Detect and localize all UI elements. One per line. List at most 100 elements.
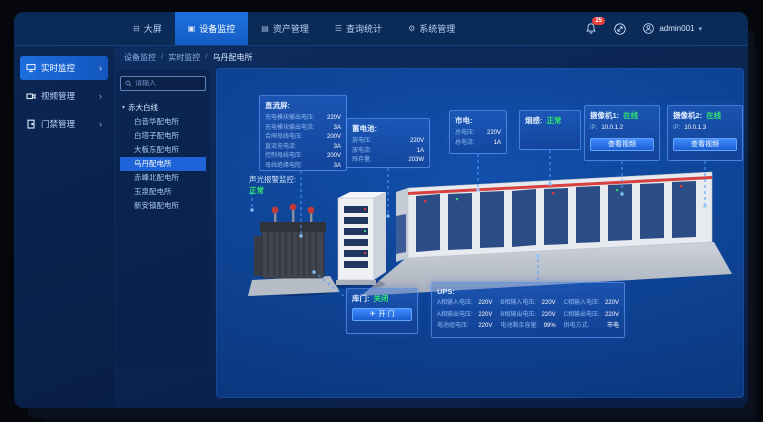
mains-power-card: 市电: 总电压:220V 总电流:1A <box>449 110 507 154</box>
tab-device-monitor[interactable]: ▣ 设备监控 <box>175 12 249 45</box>
search-input[interactable] <box>135 80 201 87</box>
sidebar-item-access-control[interactable]: 门禁管理 <box>20 112 108 136</box>
ups-card: UPS: A相输入电压:220V B相输入电压:220V C相输入电压:220V… <box>431 282 625 338</box>
metric-value: 220V <box>605 311 619 321</box>
ip-label: IP: <box>590 124 597 134</box>
tree-item-selected[interactable]: 乌丹配电所 <box>120 157 206 171</box>
monitor-icon <box>26 63 36 73</box>
tab-system-management[interactable]: ⚙ 系统管理 <box>395 12 468 45</box>
big-screen-icon: ⊟ <box>133 24 140 33</box>
battery-card: 蓄电池: 放电压:220V 放电流:1A 残存量:203W <box>346 118 430 168</box>
tree-group-label: 赤大白线 <box>128 102 158 113</box>
view-video-button[interactable]: 查看视频 <box>673 138 737 151</box>
metric-label: 放电压: <box>352 137 372 147</box>
metric-value: 220V <box>410 137 424 147</box>
metric-label: A相输入电压: <box>437 299 473 309</box>
card-title: 库门: <box>352 293 370 304</box>
metric-label: 总电流: <box>455 139 475 149</box>
metric-value: 3A <box>334 124 341 134</box>
metric-label: 充电模块输出电压: <box>265 114 315 124</box>
metric-value: 220V <box>542 299 556 309</box>
sidebar-item-video-management[interactable]: 视频管理 <box>20 84 108 108</box>
metric-value: 200V <box>327 152 341 162</box>
card-title: 市电: <box>455 115 501 126</box>
breadcrumb: 设备监控 / 实时监控 / 乌丹配电所 <box>124 52 252 63</box>
topbar-right-cluster: 25 admin001 <box>584 12 748 45</box>
breadcrumb-item[interactable]: 实时监控 <box>168 52 200 63</box>
alarm-title: 声光报警监控: <box>249 174 296 185</box>
metric-value: 220V <box>542 311 556 321</box>
tree-item[interactable]: 白塔子配电所 <box>120 129 206 143</box>
tree-group[interactable]: 赤大白线 <box>120 100 206 115</box>
dc-panel-card: 直流屏: 充电模块输出电压:220V 充电模块输出电流:3A 合闸母线电压:20… <box>259 95 347 171</box>
metric-label: C相输出电压: <box>564 311 600 321</box>
metric-label: B相输入电压: <box>500 299 536 309</box>
card-title: 摄像机2: <box>673 110 702 121</box>
view-video-button[interactable]: 查看视频 <box>590 138 654 151</box>
metric-label: 直流充电流: <box>265 143 297 153</box>
metric-value: 市电 <box>607 322 619 332</box>
ip-value: 10.0.1.3 <box>684 124 706 134</box>
card-title: 直流屏: <box>265 100 341 111</box>
tab-label: 设备监控 <box>199 22 235 35</box>
tree-item[interactable]: 大板东配电所 <box>120 143 206 157</box>
alarm-status: 正常 <box>249 185 296 196</box>
user-menu[interactable]: admin001 <box>642 22 702 35</box>
nav-tabs: ⊟ 大屏 ▣ 设备监控 ▤ 资产管理 ☰ 查询统计 ⚙ 系统管理 <box>120 12 468 45</box>
tree-search-box <box>120 76 206 91</box>
metric-value: 220V <box>327 114 341 124</box>
tree-item[interactable]: 新安镇配电所 <box>120 199 206 213</box>
username-text: admin001 <box>659 24 694 33</box>
metric-value: 3A <box>334 143 341 153</box>
chevron-right-icon <box>99 63 102 73</box>
metric-value: 3A <box>334 162 341 172</box>
search-icon <box>125 80 132 87</box>
metric-label: 总电压: <box>455 129 475 139</box>
user-avatar-icon <box>642 22 655 35</box>
metric-label: 供电方式: <box>564 322 590 332</box>
query-icon: ☰ <box>335 24 342 33</box>
metric-value: 99% <box>544 322 556 332</box>
tab-big-screen[interactable]: ⊟ 大屏 <box>120 12 175 45</box>
transformer <box>248 204 340 296</box>
station-tree-panel: 赤大白线 白音华配电所 白塔子配电所 大板东配电所 乌丹配电所 赤峰北配电所 玉… <box>116 70 210 364</box>
sidebar-item-realtime-monitor[interactable]: 实时监控 <box>20 56 108 80</box>
breadcrumb-item-current: 乌丹配电所 <box>212 52 252 63</box>
primary-sidebar: 实时监控 视频管理 门禁管理 <box>14 46 114 408</box>
metric-value: 220V <box>478 322 492 332</box>
metric-label: A相输出电压: <box>437 311 473 321</box>
metric-label: 电池组电压: <box>437 322 469 332</box>
smoke-sensor-card: 烟感: 正常 <box>519 110 581 150</box>
metric-value: 220V <box>478 311 492 321</box>
notification-badge: 25 <box>592 17 605 25</box>
metric-value: 220V <box>605 299 619 309</box>
fullscreen-button[interactable] <box>613 22 627 36</box>
status-badge: 在线 <box>706 110 721 121</box>
tree-item[interactable]: 白音华配电所 <box>120 115 206 129</box>
breadcrumb-separator: / <box>161 52 163 63</box>
metric-value: 203W <box>408 156 424 166</box>
breadcrumb-item[interactable]: 设备监控 <box>124 52 156 63</box>
tab-asset-management[interactable]: ▤ 资产管理 <box>248 12 322 45</box>
camera1-card: 摄像机1: 在线 IP: 10.0.1.2 查看视频 <box>584 105 660 161</box>
device-monitor-icon: ▣ <box>188 24 196 33</box>
metric-label: B相输出电压: <box>500 311 536 321</box>
sidebar-item-label: 实时监控 <box>41 62 75 74</box>
tree-item[interactable]: 赤峰北配电所 <box>120 171 206 185</box>
gear-icon: ⚙ <box>408 24 415 33</box>
tree-item[interactable]: 玉泉配电所 <box>120 185 206 199</box>
tab-label: 查询统计 <box>346 22 382 35</box>
card-title: 烟感: <box>525 115 543 126</box>
sidebar-item-label: 门禁管理 <box>41 118 75 130</box>
notification-bell-button[interactable]: 25 <box>584 22 598 36</box>
tab-query-statistics[interactable]: ☰ 查询统计 <box>322 12 395 45</box>
app-window: ⊟ 大屏 ▣ 设备监控 ▤ 资产管理 ☰ 查询统计 ⚙ 系统管理 <box>14 12 748 408</box>
chevron-right-icon <box>99 91 102 101</box>
open-door-button[interactable]: 开 门 <box>352 308 412 321</box>
card-title: 蓄电池: <box>352 123 424 134</box>
metric-value: 220V <box>487 129 501 139</box>
tab-label: 大屏 <box>144 22 162 35</box>
metric-label: 充电模块输出电流: <box>265 124 315 134</box>
tab-label: 系统管理 <box>419 22 455 35</box>
control-rack <box>336 192 386 285</box>
